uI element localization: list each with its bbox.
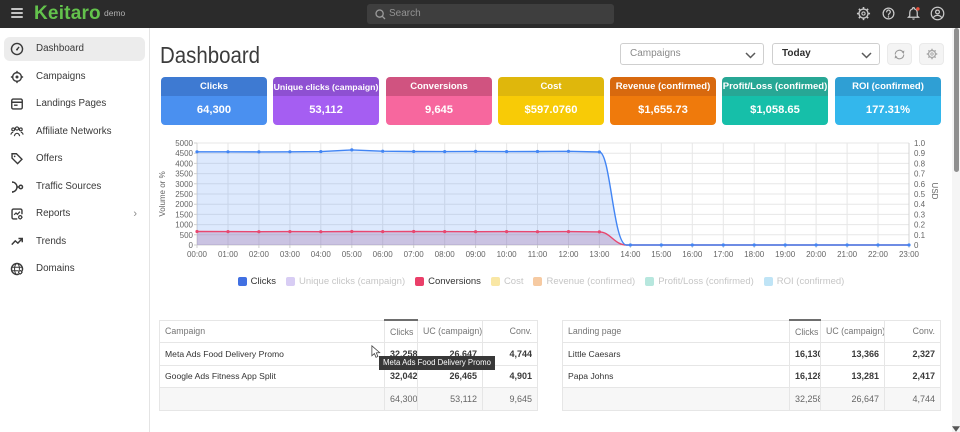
svg-text:21:00: 21:00 — [837, 250, 858, 259]
svg-text:0.2: 0.2 — [914, 221, 926, 230]
svg-text:01:00: 01:00 — [218, 250, 239, 259]
svg-text:0.4: 0.4 — [914, 200, 926, 209]
svg-text:07:00: 07:00 — [404, 250, 425, 259]
svg-text:11:00: 11:00 — [528, 250, 548, 259]
svg-text:2500: 2500 — [175, 190, 193, 199]
svg-text:05:00: 05:00 — [342, 250, 363, 259]
svg-text:Volume or %: Volume or % — [158, 171, 167, 216]
svg-text:04:00: 04:00 — [311, 250, 332, 259]
svg-text:0.5: 0.5 — [914, 190, 926, 199]
svg-text:500: 500 — [180, 231, 194, 240]
svg-text:09:00: 09:00 — [466, 250, 487, 259]
svg-text:17:00: 17:00 — [713, 250, 734, 259]
svg-text:0.9: 0.9 — [914, 149, 926, 158]
svg-text:23:00: 23:00 — [899, 250, 920, 259]
svg-text:4000: 4000 — [175, 159, 193, 168]
svg-text:16:00: 16:00 — [682, 250, 703, 259]
svg-text:08:00: 08:00 — [435, 250, 456, 259]
svg-text:USD: USD — [930, 183, 939, 200]
svg-text:22:00: 22:00 — [868, 250, 889, 259]
svg-text:03:00: 03:00 — [280, 250, 301, 259]
svg-text:12:00: 12:00 — [558, 250, 579, 259]
svg-text:0.6: 0.6 — [914, 180, 926, 189]
svg-text:4500: 4500 — [175, 149, 193, 158]
svg-text:10:00: 10:00 — [497, 250, 518, 259]
svg-text:19:00: 19:00 — [775, 250, 796, 259]
svg-text:0.7: 0.7 — [914, 170, 926, 179]
svg-text:1000: 1000 — [175, 221, 193, 230]
svg-text:0.8: 0.8 — [914, 159, 926, 168]
svg-text:1500: 1500 — [175, 210, 193, 219]
svg-text:00:00: 00:00 — [187, 250, 208, 259]
svg-text:3500: 3500 — [175, 170, 193, 179]
svg-text:20:00: 20:00 — [806, 250, 827, 259]
svg-text:18:00: 18:00 — [744, 250, 765, 259]
svg-text:02:00: 02:00 — [249, 250, 270, 259]
svg-text:0: 0 — [189, 241, 194, 250]
svg-text:13:00: 13:00 — [589, 250, 610, 259]
svg-text:0.3: 0.3 — [914, 210, 926, 219]
svg-text:0: 0 — [914, 241, 919, 250]
svg-text:3000: 3000 — [175, 180, 193, 189]
svg-text:2000: 2000 — [175, 200, 193, 209]
svg-text:15:00: 15:00 — [651, 250, 672, 259]
svg-text:14:00: 14:00 — [620, 250, 641, 259]
svg-text:0.1: 0.1 — [914, 231, 926, 240]
svg-text:5000: 5000 — [175, 139, 193, 148]
svg-text:1.0: 1.0 — [914, 139, 926, 148]
svg-text:06:00: 06:00 — [373, 250, 394, 259]
